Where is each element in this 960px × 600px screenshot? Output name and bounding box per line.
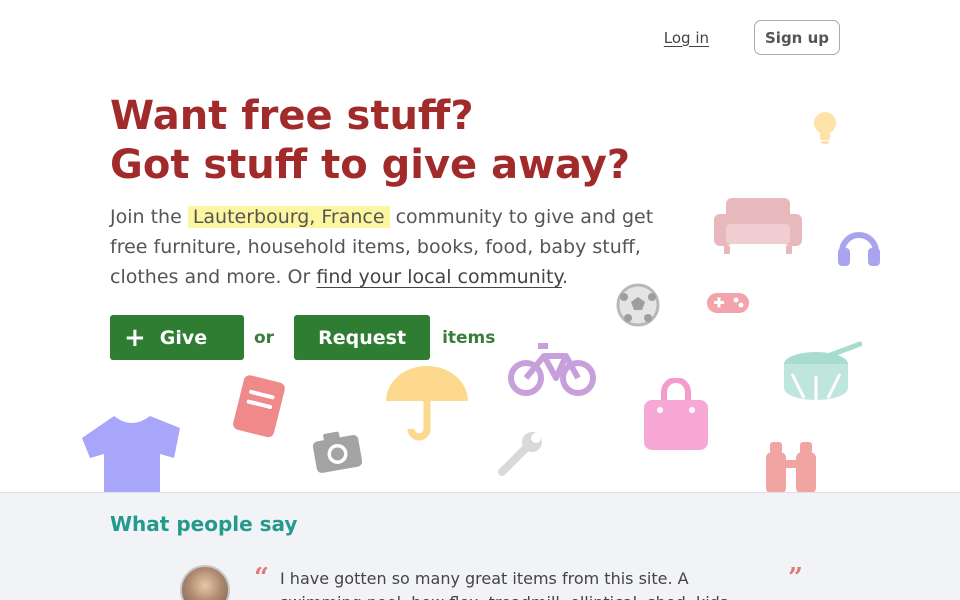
plus-icon: + <box>124 322 146 353</box>
camera-icon <box>312 431 362 473</box>
give-button[interactable]: + Give <box>110 315 244 360</box>
intro-text-start: Join the <box>110 206 188 228</box>
shopping-bag-icon <box>644 378 708 450</box>
lightbulb-icon <box>814 112 836 144</box>
find-community-link[interactable]: find your local community <box>316 266 562 288</box>
cta-row: + Give or Request items <box>110 315 495 360</box>
hero-section: Want free stuff? Got stuff to give away?… <box>0 0 960 492</box>
headphones-icon <box>838 232 880 266</box>
drum-icon <box>784 341 862 400</box>
request-label: Request <box>318 326 407 349</box>
umbrella-icon <box>386 366 468 441</box>
tshirt-icon <box>82 416 180 492</box>
testimonial-quote: I have gotten so many great items from t… <box>280 569 728 600</box>
give-label: Give <box>159 326 208 349</box>
items-label: items <box>442 327 496 348</box>
gamepad-icon <box>707 293 749 313</box>
intro-text-end: . <box>561 266 569 288</box>
quote-open-icon: “ <box>254 563 269 593</box>
or-label: or <box>254 327 275 348</box>
avatar <box>180 565 230 600</box>
headline-line-2: Got stuff to give away? <box>110 142 631 188</box>
hero-intro: Join the Lauterbourg, France community t… <box>110 202 675 292</box>
bicycle-icon <box>508 343 596 396</box>
book-icon <box>233 375 285 438</box>
binoculars-icon <box>766 442 816 492</box>
quote-close-icon: ” <box>788 563 803 593</box>
wrench-icon <box>498 432 542 476</box>
testimonials-heading: What people say <box>110 512 298 536</box>
testimonials-section: What people say “ I have gotten so many … <box>0 492 960 600</box>
sofa-icon <box>714 198 802 254</box>
request-button[interactable]: Request <box>294 315 431 360</box>
headline-line-1: Want free stuff? <box>110 93 474 139</box>
location-highlight: Lauterbourg, France <box>187 206 390 228</box>
hero-headline: Want free stuff? Got stuff to give away? <box>110 92 630 190</box>
